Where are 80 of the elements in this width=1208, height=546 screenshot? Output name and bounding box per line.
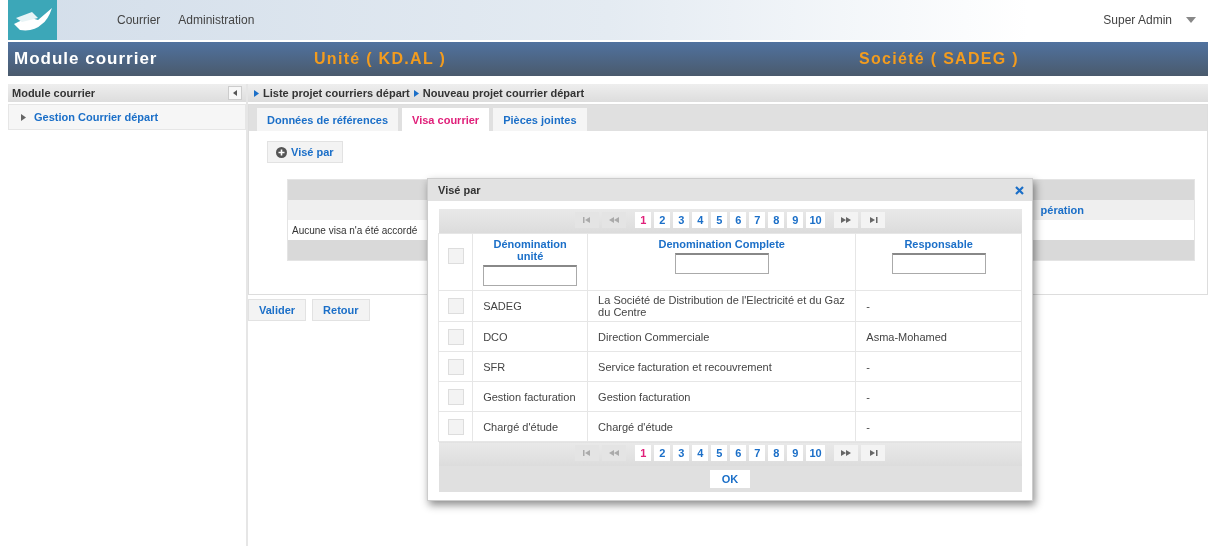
- row-checkbox[interactable]: [447, 388, 464, 405]
- table-cell: -: [855, 290, 1022, 322]
- plus-circle-icon: [276, 146, 287, 158]
- page-button[interactable]: 1: [635, 211, 652, 228]
- add-visa-button[interactable]: Visé par: [267, 141, 343, 163]
- empty-message: Aucune visa n'a été accordé: [292, 224, 418, 236]
- table-cell: SFR: [472, 351, 588, 382]
- filter-field[interactable]: [674, 253, 769, 274]
- module-title: Module courrier: [14, 49, 159, 69]
- page-button[interactable]: 9: [787, 444, 804, 461]
- left-triangle-icon: [233, 90, 237, 96]
- table-cell: Service facturation et recouvrement: [587, 351, 856, 382]
- table-cell: Direction Commerciale: [587, 321, 856, 352]
- row-checkbox[interactable]: [447, 358, 464, 375]
- page-button[interactable]: 4: [692, 444, 709, 461]
- ok-button[interactable]: OK: [709, 470, 751, 488]
- sidebar-item-label: Gestion Courrier départ: [34, 111, 159, 123]
- select-all-checkbox[interactable]: [447, 248, 464, 264]
- user-name[interactable]: Super Admin: [1103, 13, 1172, 27]
- last-page-button[interactable]: [860, 211, 885, 228]
- filter-field[interactable]: [483, 265, 578, 286]
- page-button[interactable]: 5: [711, 211, 728, 228]
- table-cell: -: [855, 411, 1022, 442]
- page-button[interactable]: 7: [749, 444, 766, 461]
- table-cell: Asma-Mohamed: [855, 321, 1022, 352]
- column-header[interactable]: Denomination Complete: [594, 238, 850, 250]
- table-cell: Gestion facturation: [472, 381, 588, 412]
- triangle-icon: [413, 89, 419, 97]
- nav-link[interactable]: Administration: [178, 13, 255, 27]
- page-button[interactable]: 2: [654, 211, 671, 228]
- table-cell: La Société de Distribution de l'Electricité et du Gaz du Centre: [587, 290, 856, 322]
- page-button[interactable]: 9: [787, 211, 804, 228]
- next-page-button[interactable]: [833, 444, 858, 461]
- nav-link[interactable]: Courrier: [117, 13, 161, 27]
- page-button[interactable]: 7: [749, 211, 766, 228]
- page-button[interactable]: 6: [730, 444, 747, 461]
- sidebar-title: Module courrier: [12, 87, 96, 99]
- triangle-icon: [21, 113, 26, 121]
- breadcrumb-link[interactable]: Nouveau projet courrier départ: [422, 87, 585, 99]
- dropdown-caret-icon[interactable]: [1186, 17, 1196, 23]
- page-button[interactable]: 8: [768, 444, 785, 461]
- breadcrumb-link[interactable]: Liste projet courriers départ: [263, 87, 410, 99]
- unit-label: Unité ( KD.AL ): [314, 50, 448, 68]
- tab[interactable]: Données de références: [257, 108, 399, 131]
- column-header: pération: [1040, 204, 1084, 216]
- row-checkbox[interactable]: [447, 418, 464, 435]
- collapse-button[interactable]: [228, 86, 242, 100]
- page-button[interactable]: 4: [692, 211, 709, 228]
- page-button[interactable]: 10: [806, 444, 825, 461]
- last-page-button[interactable]: [860, 444, 885, 461]
- tab[interactable]: Pièces jointes: [493, 108, 587, 131]
- row-checkbox[interactable]: [447, 298, 464, 314]
- page-button[interactable]: 2: [654, 444, 671, 461]
- table-cell: Chargé d'étude: [587, 411, 856, 442]
- action-button[interactable]: Retour: [312, 299, 370, 321]
- dove-logo: [8, 0, 57, 40]
- sidebar-item[interactable]: Gestion Courrier départ: [8, 104, 246, 130]
- page-button[interactable]: 8: [768, 211, 785, 228]
- page-button[interactable]: 3: [673, 211, 690, 228]
- dialog-title: Visé par: [438, 184, 481, 196]
- column-header[interactable]: Responsable: [862, 238, 1015, 250]
- page-button[interactable]: 5: [711, 444, 728, 461]
- table-cell: -: [855, 381, 1022, 412]
- page-button[interactable]: 1: [635, 444, 652, 461]
- page-button[interactable]: 6: [730, 211, 747, 228]
- table-cell: Chargé d'étude: [472, 411, 588, 442]
- table-cell: -: [855, 351, 1022, 382]
- row-checkbox[interactable]: [447, 328, 464, 345]
- action-button[interactable]: Valider: [248, 299, 307, 321]
- filter-field[interactable]: [891, 253, 986, 274]
- next-page-button[interactable]: [833, 211, 858, 228]
- triangle-icon: [254, 89, 259, 97]
- page-button[interactable]: 10: [806, 211, 825, 228]
- tab[interactable]: Visa courrier: [402, 108, 490, 131]
- page-button[interactable]: 3: [673, 444, 690, 461]
- company-label: Société ( SADEG ): [859, 50, 1020, 68]
- table-cell: SADEG: [472, 290, 588, 322]
- table-cell: DCO: [472, 321, 588, 352]
- close-icon[interactable]: [1015, 185, 1024, 195]
- table-cell: Gestion facturation: [587, 381, 856, 412]
